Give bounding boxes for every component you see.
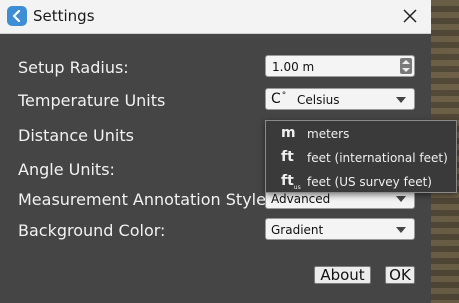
background-color-select[interactable]: Gradient	[265, 218, 415, 240]
spin-up-icon[interactable]	[402, 60, 410, 64]
about-button[interactable]: About	[314, 266, 371, 284]
annotation-style-label: Measurement Annotation Style:	[18, 190, 272, 209]
window-title: Settings	[33, 7, 95, 25]
spin-arrows[interactable]	[400, 58, 412, 74]
background-color-label: Background Color:	[18, 221, 166, 240]
setup-radius-value: 1.00 m	[272, 60, 315, 74]
distance-option-meters[interactable]: m meters	[266, 122, 456, 146]
setup-radius-spinbox[interactable]: 1.00 m	[265, 55, 415, 77]
ok-button[interactable]: OK	[385, 266, 415, 284]
survey-feet-icon: ftus	[281, 173, 301, 191]
close-button[interactable]	[398, 4, 422, 28]
feet-icon: ft	[281, 149, 294, 165]
spin-down-icon[interactable]	[402, 68, 410, 72]
distance-option-us-survey-feet[interactable]: ftus feet (US survey feet)	[266, 170, 456, 194]
temperature-units-label: Temperature Units	[18, 91, 166, 110]
titlebar: Settings	[0, 0, 431, 34]
annotation-style-value: Advanced	[271, 192, 331, 206]
close-icon	[403, 9, 417, 23]
temperature-units-value: Celsius	[297, 93, 340, 107]
celsius-icon: C°	[271, 91, 287, 107]
temperature-units-select[interactable]: C° Celsius	[265, 88, 415, 110]
background-color-value: Gradient	[271, 223, 324, 237]
distance-units-dropdown: m meters ft feet (international feet) ft…	[265, 120, 457, 193]
app-back-icon	[7, 6, 27, 26]
distance-option-international-feet[interactable]: ft feet (international feet)	[266, 146, 456, 170]
setup-radius-label: Setup Radius:	[18, 58, 129, 77]
chevron-down-icon	[396, 196, 406, 202]
distance-units-label: Distance Units	[18, 126, 134, 145]
angle-units-label: Angle Units:	[18, 160, 115, 179]
chevron-down-icon	[396, 97, 406, 103]
chevron-down-icon	[396, 227, 406, 233]
meters-icon: m	[281, 125, 296, 141]
